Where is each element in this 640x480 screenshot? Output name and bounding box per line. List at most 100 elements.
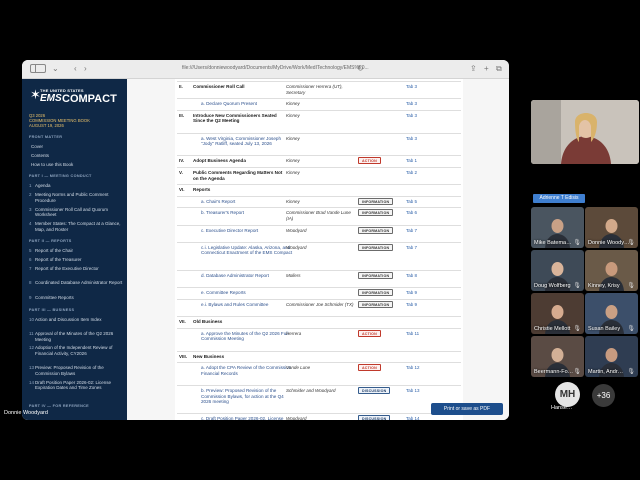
sidebar-item[interactable]: 8 Coordinated Database Administrator Repo… bbox=[29, 280, 123, 286]
agenda-subitem-link[interactable]: a. Adopt the CPA Review of the Commissio… bbox=[201, 365, 293, 376]
mic-icon: 🎙 bbox=[573, 240, 581, 246]
agenda-subitem-link[interactable]: b. Treasurer's Report bbox=[201, 210, 293, 216]
speaker-name-label: Adrienne T Edisis bbox=[533, 194, 585, 203]
speaker-video-image bbox=[531, 100, 639, 164]
agenda-subitem-link[interactable]: a. Approve the Minutes of the Q2 2026 Fu… bbox=[201, 331, 293, 342]
sidebar-item[interactable]: 10 Action and Discussion Item Index bbox=[29, 317, 123, 323]
agenda-subitem-link[interactable]: c. Draft Position Paper 2026-02, License… bbox=[201, 416, 293, 420]
agenda-tab-link[interactable]: Tab 12 bbox=[406, 365, 420, 370]
agenda-tab-link[interactable]: Tab 1 bbox=[406, 158, 417, 163]
participant-name: Kinney, Krisy bbox=[588, 283, 620, 289]
sidebar-item[interactable]: How to use this Book bbox=[29, 162, 123, 168]
active-speaker-video[interactable] bbox=[531, 100, 639, 164]
sidebar-section-title: PART II — REPORTS bbox=[29, 239, 72, 244]
sidebar-item[interactable]: Contents bbox=[29, 153, 123, 159]
agenda-presenter: Woodyard bbox=[286, 416, 307, 420]
participant-tile[interactable]: Beermann-Fo… 🎙 bbox=[531, 336, 584, 377]
meeting-date: AUGUST 19, 2026 bbox=[29, 123, 64, 128]
participant-tile[interactable]: Susan Bailey 🎙 bbox=[585, 293, 638, 334]
agenda-tab-link[interactable]: Tab 13 bbox=[406, 388, 420, 393]
agenda-subitem-link[interactable]: a. Chair's Report bbox=[201, 199, 293, 205]
agenda-tab-link[interactable]: Tab 7 bbox=[406, 228, 417, 233]
agenda-tab-link[interactable]: Tab 7 bbox=[406, 245, 417, 250]
agenda-item-title: Old Business bbox=[193, 319, 223, 325]
agenda-tab-link[interactable]: Tab 11 bbox=[406, 331, 419, 336]
sidebar-item[interactable]: 11 Approval of the Minutes of the Q2 2026… bbox=[29, 331, 123, 342]
agenda-tab-link[interactable]: Tab 14 bbox=[406, 416, 420, 420]
participant-tile[interactable]: Martin, Andr… 🎙 bbox=[585, 336, 638, 377]
participant-name: Doug Wolfberg bbox=[534, 283, 571, 289]
agenda-subitem-link[interactable]: e.i. Bylaws and Rules Committee bbox=[201, 302, 293, 308]
share-icon[interactable]: ⇪ bbox=[470, 64, 477, 74]
agenda-subitem-link[interactable]: d. Database Administrator Report bbox=[201, 273, 293, 279]
more-participants-button[interactable]: +36 bbox=[592, 384, 615, 407]
mic-icon: 🎙 bbox=[627, 283, 635, 289]
agenda-row: d. Database Administrator Report Mollers I… bbox=[177, 270, 461, 287]
participant-avatar[interactable]: MH bbox=[555, 382, 580, 407]
agenda-row: VIII. New Business bbox=[177, 350, 461, 363]
participant-tile[interactable]: Donnie Woody… 🎙 bbox=[585, 207, 638, 248]
sidebar-item[interactable]: 12 Adoption of the Independent Review of … bbox=[29, 345, 123, 356]
sidebar-item[interactable]: 5 Report of the Chair bbox=[29, 248, 123, 254]
tab-overview-icon[interactable]: ⧉ bbox=[496, 64, 502, 74]
new-tab-icon[interactable]: + bbox=[484, 64, 489, 74]
agenda-presenter: Kinney bbox=[286, 135, 300, 141]
participant-tile[interactable]: Kinney, Krisy 🎙 bbox=[585, 250, 638, 291]
avatar-name: Hanse… bbox=[551, 405, 573, 411]
agenda-subitem-link[interactable]: b. Preview: Proposed Revision of the Com… bbox=[201, 388, 293, 405]
agenda-tab-link[interactable]: Tab 6 bbox=[406, 210, 417, 215]
agenda-presenter: Mollers bbox=[286, 273, 301, 279]
agenda-tab-link[interactable]: Tab 3 bbox=[406, 113, 417, 118]
agenda-tab-link[interactable]: Tab 2 bbox=[406, 170, 417, 175]
agenda-row: a. Adopt the CPA Review of the Commissio… bbox=[177, 362, 461, 385]
agenda-subitem-link[interactable]: e. Committee Reports bbox=[201, 290, 293, 296]
sidebar-item-number: 7 bbox=[29, 266, 32, 271]
agenda-subitem-link[interactable]: c. Executive Director Report bbox=[201, 228, 293, 234]
participant-tile[interactable]: Christie Mellott 🎙 bbox=[531, 293, 584, 334]
print-save-pdf-button[interactable]: Print or save as PDF bbox=[431, 403, 503, 415]
sidebar-item-number: 3 bbox=[29, 206, 32, 212]
sidebar-item-number: 9 bbox=[29, 294, 32, 300]
sidebar-item[interactable]: 2 Meeting Norms and Public Comment Proced… bbox=[29, 192, 123, 203]
sidebar-item[interactable]: 9 Committee Reports bbox=[29, 295, 123, 301]
sidebar-item-number: 2 bbox=[29, 192, 32, 198]
agenda-tab-link[interactable]: Tab 3 bbox=[406, 136, 417, 141]
address-bar[interactable]: file:///Users/donniewoodyard/Documents/M… bbox=[182, 65, 369, 71]
sidebar-item[interactable]: 14 Draft Position Paper 2026-02: License … bbox=[29, 380, 123, 391]
agenda-tab-link[interactable]: Tab 8 bbox=[406, 273, 417, 278]
agenda-item-number: V. bbox=[179, 170, 183, 175]
document-viewport[interactable]: II. Commissioner Roll Call Commissioner He… bbox=[127, 79, 509, 420]
chevron-down-icon[interactable]: ⌄ bbox=[52, 64, 59, 74]
reload-icon[interactable]: ↻ bbox=[357, 64, 364, 74]
book-sidebar: ✶ THE UNITED STATES EMS COMPACT Q3 2026 … bbox=[22, 79, 127, 420]
agenda-subitem-link[interactable]: a. Declare Quorum Present bbox=[201, 101, 293, 107]
agenda-tab-link[interactable]: Tab 9 bbox=[406, 302, 417, 307]
agenda-row: b. Treasurer's Report Commissioner Brad V… bbox=[177, 207, 461, 224]
sidebar-item[interactable]: 7 Report of the Executive Director bbox=[29, 266, 123, 272]
sidebar-item[interactable]: 3 Commissioner Roll Call and Quorum Works… bbox=[29, 207, 123, 218]
agenda-tab-link[interactable]: Tab 3 bbox=[406, 84, 417, 89]
sidebar-item-label: Report of the Executive Director bbox=[35, 266, 99, 271]
agenda-row: a. West Virginia, Commissioner Joseph "J… bbox=[177, 132, 461, 156]
participant-name: Susan Bailey bbox=[588, 326, 621, 332]
sidebar-section-title: PART IV — FOR REFERENCE bbox=[29, 403, 89, 408]
sidebar-item[interactable]: 1 Agenda bbox=[29, 183, 123, 189]
sidebar-item[interactable]: Cover bbox=[29, 144, 123, 150]
agenda-tab-link[interactable]: Tab 9 bbox=[406, 290, 417, 295]
participant-tile[interactable]: Mike Batema… 🎙 bbox=[531, 207, 584, 248]
agenda-tab-link[interactable]: Tab 5 bbox=[406, 199, 417, 204]
sidebar-item-label: Cover bbox=[31, 144, 44, 149]
sidebar-item[interactable]: 6 Report of the Treasurer bbox=[29, 257, 123, 263]
sidebar-item-label: Preview: Proposed Revision of the Commis… bbox=[35, 365, 104, 376]
sidebar-item[interactable]: 4 Member States: The Compact at a Glance,… bbox=[29, 221, 123, 232]
agenda-row: IV. Adopt Business Agenda Kinney ACTION Tab … bbox=[177, 155, 461, 167]
sidebar-toggle-icon[interactable] bbox=[30, 64, 46, 73]
agenda-subitem-link[interactable]: c.i. Legislative Update: Alaska, Arizona… bbox=[201, 245, 293, 256]
participant-tile[interactable]: Doug Wolfberg 🎙 bbox=[531, 250, 584, 291]
back-icon[interactable]: ‹ bbox=[74, 64, 77, 74]
shared-screen-window: ⌄ ‹ › file:///Users/donniewoodyard/Docum… bbox=[22, 60, 509, 420]
agenda-subitem-link[interactable]: a. West Virginia, Commissioner Joseph "J… bbox=[201, 136, 293, 147]
agenda-tab-link[interactable]: Tab 3 bbox=[406, 101, 417, 106]
forward-icon[interactable]: › bbox=[84, 64, 87, 74]
sidebar-item[interactable]: 13 Preview: Proposed Revision of the Comm… bbox=[29, 365, 123, 376]
